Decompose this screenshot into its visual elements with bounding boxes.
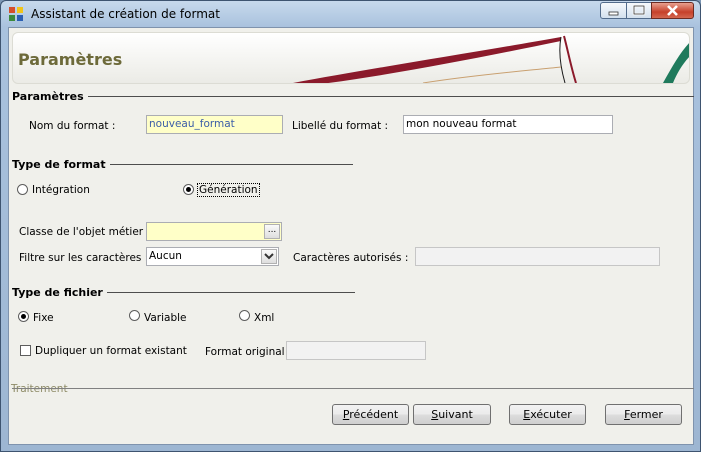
- variable-radio[interactable]: [129, 310, 140, 321]
- fermer-button[interactable]: Fermer: [605, 404, 682, 425]
- fermer-label: ermer: [629, 408, 663, 421]
- filtre-caracteres-select[interactable]: Aucun: [146, 247, 279, 266]
- type-fichier-separator: [104, 292, 355, 293]
- dialog-body: Paramètres Paramètres Nom du format : no…: [8, 27, 694, 445]
- filtre-caracteres-label: Filtre sur les caractères :: [19, 252, 149, 264]
- format-original-input[interactable]: [286, 341, 426, 360]
- parametres-separator: [83, 96, 694, 97]
- fixe-radio[interactable]: [18, 311, 29, 322]
- app-icon: [9, 7, 23, 21]
- generation-label[interactable]: Génération: [197, 183, 260, 197]
- nom-format-label: Nom du format :: [29, 120, 116, 132]
- precedent-label: récédent: [349, 408, 399, 421]
- fixe-label[interactable]: Fixe: [33, 312, 54, 324]
- variable-label[interactable]: Variable: [144, 312, 187, 324]
- dupliquer-label[interactable]: Dupliquer un format existant: [35, 345, 187, 357]
- suivant-button[interactable]: Suivant: [413, 404, 491, 425]
- type-format-group-label: Type de format: [12, 158, 110, 171]
- parametres-group-label: Paramètres: [12, 90, 88, 103]
- close-button[interactable]: [651, 2, 694, 19]
- browse-classe-button[interactable]: ...: [264, 224, 280, 239]
- classe-objet-label: Classe de l'objet métier :: [19, 226, 150, 238]
- maximize-icon: [632, 4, 646, 16]
- traitement-separator: [12, 388, 694, 389]
- generation-radio[interactable]: [183, 184, 194, 195]
- type-fichier-group-label: Type de fichier: [12, 286, 107, 299]
- caracteres-autorises-label: Caractères autorisés :: [293, 252, 409, 264]
- dupliquer-checkbox[interactable]: [20, 345, 31, 356]
- caracteres-autorises-input[interactable]: [415, 247, 660, 266]
- xml-label[interactable]: Xml: [254, 312, 274, 324]
- libelle-format-label: Libellé du format :: [292, 120, 389, 132]
- executer-label: xécuter: [530, 408, 572, 421]
- wizard-window: Assistant de création de format Paramètr…: [0, 0, 701, 452]
- classe-objet-input[interactable]: [146, 222, 282, 241]
- chevron-down-icon: [264, 253, 274, 260]
- window-title: Assistant de création de format: [31, 7, 220, 21]
- minimize-icon: [608, 11, 619, 16]
- traitement-label: Traitement: [11, 383, 68, 395]
- minimize-button[interactable]: [600, 2, 627, 19]
- maximize-button[interactable]: [626, 2, 652, 19]
- close-icon: [667, 5, 678, 16]
- type-format-separator: [101, 164, 353, 165]
- libelle-format-input[interactable]: mon nouveau format: [403, 115, 613, 134]
- suivant-label: uivant: [438, 408, 473, 421]
- integration-label[interactable]: Intégration: [32, 184, 90, 196]
- format-original-label: Format original :: [205, 346, 292, 358]
- filtre-dropdown-button[interactable]: [261, 249, 277, 264]
- xml-radio[interactable]: [239, 310, 250, 321]
- header-banner: Paramètres: [12, 32, 690, 84]
- title-bar[interactable]: Assistant de création de format: [1, 1, 700, 27]
- nom-format-input[interactable]: nouveau_format: [146, 115, 283, 134]
- executer-button[interactable]: Exécuter: [509, 404, 586, 425]
- banner-title: Paramètres: [18, 50, 123, 69]
- integration-radio[interactable]: [17, 184, 28, 195]
- precedent-button[interactable]: Précédent: [332, 404, 409, 425]
